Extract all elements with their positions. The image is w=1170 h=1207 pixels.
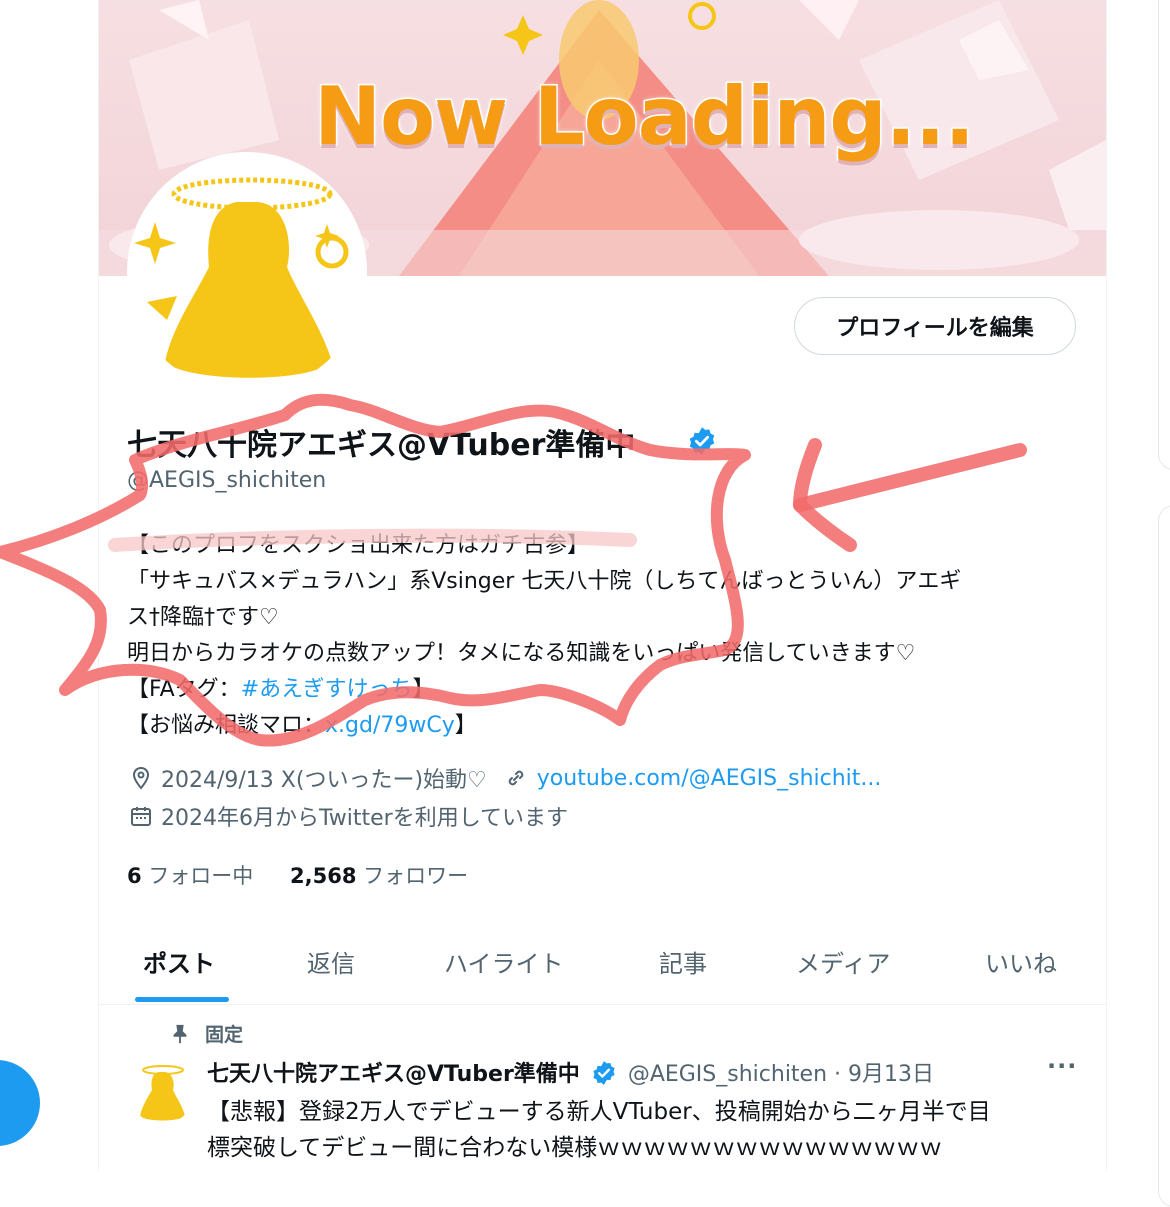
profile-tabs: ポスト 返信 ハイライト 記事 メディア いいね	[99, 930, 1106, 1005]
pinned-indicator: 固定	[169, 1020, 243, 1047]
bio-text: 【お悩み相談マロ：	[127, 713, 326, 738]
following-label: フォロー中	[148, 864, 254, 888]
tab-likes[interactable]: いいね	[985, 944, 1057, 979]
edit-profile-button[interactable]: プロフィールを編集	[794, 297, 1076, 355]
profile-column: Now Loading... プロフィールを編集 七天八十院アエギス@VTube…	[98, 0, 1107, 1170]
bio-text: 【FAタグ：	[127, 677, 241, 702]
location-icon	[132, 766, 150, 790]
profile-meta: 2024/9/13 X(ついったー)始動♡ youtube.com/@AEGIS…	[129, 762, 881, 794]
joined-date: 2024年6月からTwitterを利用しています	[161, 806, 569, 831]
follow-stats: 6 フォロー中 2,568 フォロワー	[127, 860, 468, 890]
tweet-handle-date[interactable]: @AEGIS_shichiten · 9月13日	[628, 1062, 934, 1087]
pinned-label: 固定	[205, 1024, 244, 1046]
avatar-silhouette-icon	[140, 1065, 185, 1121]
hashtag-link[interactable]: #あえぎすけっち	[241, 677, 413, 702]
followers-link[interactable]: 2,568 フォロワー	[290, 864, 468, 888]
followers-count: 2,568	[290, 864, 357, 888]
profile-location: 2024/9/13 X(ついったー)始動♡	[161, 768, 487, 793]
following-count: 6	[127, 864, 142, 888]
bio-line: 【FAタグ：#あえぎすけっち】	[127, 672, 1087, 708]
tweet-header: 七天八十院アエギス@VTuber準備中 @AEGIS_shichiten · 9…	[207, 1056, 934, 1088]
avatar-silhouette-icon	[134, 177, 349, 378]
right-widget-card	[1158, 0, 1170, 470]
post-button[interactable]	[0, 1060, 40, 1146]
right-widget-card	[1158, 505, 1170, 1207]
marshmallow-link[interactable]: x.gd/79wCy	[325, 713, 455, 738]
tweet-avatar[interactable]	[129, 1058, 195, 1124]
tab-articles[interactable]: 記事	[659, 944, 707, 979]
profile-joined: 2024年6月からTwitterを利用しています	[129, 800, 568, 832]
followers-label: フォロワー	[363, 864, 469, 888]
tweet-text-line: 標突破してデビュー間に合わない模様ｗｗｗｗｗｗｗｗｗｗｗｗｗｗｗ	[207, 1135, 943, 1161]
tab-replies[interactable]: 返信	[307, 944, 355, 979]
calendar-icon	[131, 807, 151, 826]
profile-website-link[interactable]: youtube.com/@AEGIS_shichit...	[537, 766, 882, 791]
left-sidebar	[0, 0, 98, 1170]
verified-badge-icon[interactable]	[687, 426, 717, 456]
tab-posts[interactable]: ポスト	[143, 944, 215, 979]
tweet-text: 【悲報】登録2万人でデビューする新人VTuber、投稿開始から二ヶ月半で目 標突…	[207, 1094, 1077, 1166]
bio-line: 「サキュバス×デュラハン」系Vsinger 七天八十院（しちてんばっとういん）ア…	[127, 569, 962, 594]
tweet-author-name[interactable]: 七天八十院アエギス@VTuber準備中	[207, 1062, 580, 1087]
bio-text: 】	[454, 713, 477, 738]
more-options-icon[interactable]: ···	[1047, 1052, 1077, 1080]
link-icon	[508, 770, 524, 786]
verified-badge-icon	[593, 1061, 615, 1085]
active-tab-indicator	[135, 997, 229, 1002]
following-link[interactable]: 6 フォロー中	[127, 864, 253, 888]
bio-line: 【このプロフをスクショ出来た方はガチ古参】	[127, 533, 590, 558]
profile-bio: 【このプロフをスクショ出来た方はガチ古参】 「サキュバス×デュラハン」系Vsin…	[127, 528, 1087, 744]
tab-media[interactable]: メディア	[796, 944, 890, 979]
tweet-text-line: 【悲報】登録2万人でデビューする新人VTuber、投稿開始から二ヶ月半で目	[207, 1099, 991, 1125]
bio-line: 明日からカラオケの点数アップ！タメになる知識をいっぱい発信していきます♡	[127, 641, 916, 666]
bio-line: 【お悩み相談マロ：x.gd/79wCy】	[127, 708, 1087, 744]
bio-line: ス†降臨†です♡	[127, 605, 279, 630]
bio-text: 】	[412, 677, 435, 702]
banner-title: Now Loading...	[313, 69, 977, 165]
profile-avatar[interactable]	[127, 152, 367, 392]
display-name: 七天八十院アエギス@VTuber準備中	[127, 428, 636, 463]
tab-highlights[interactable]: ハイライト	[444, 944, 564, 979]
pin-icon	[173, 1024, 187, 1043]
profile-handle: @AEGIS_shichiten	[127, 468, 327, 493]
